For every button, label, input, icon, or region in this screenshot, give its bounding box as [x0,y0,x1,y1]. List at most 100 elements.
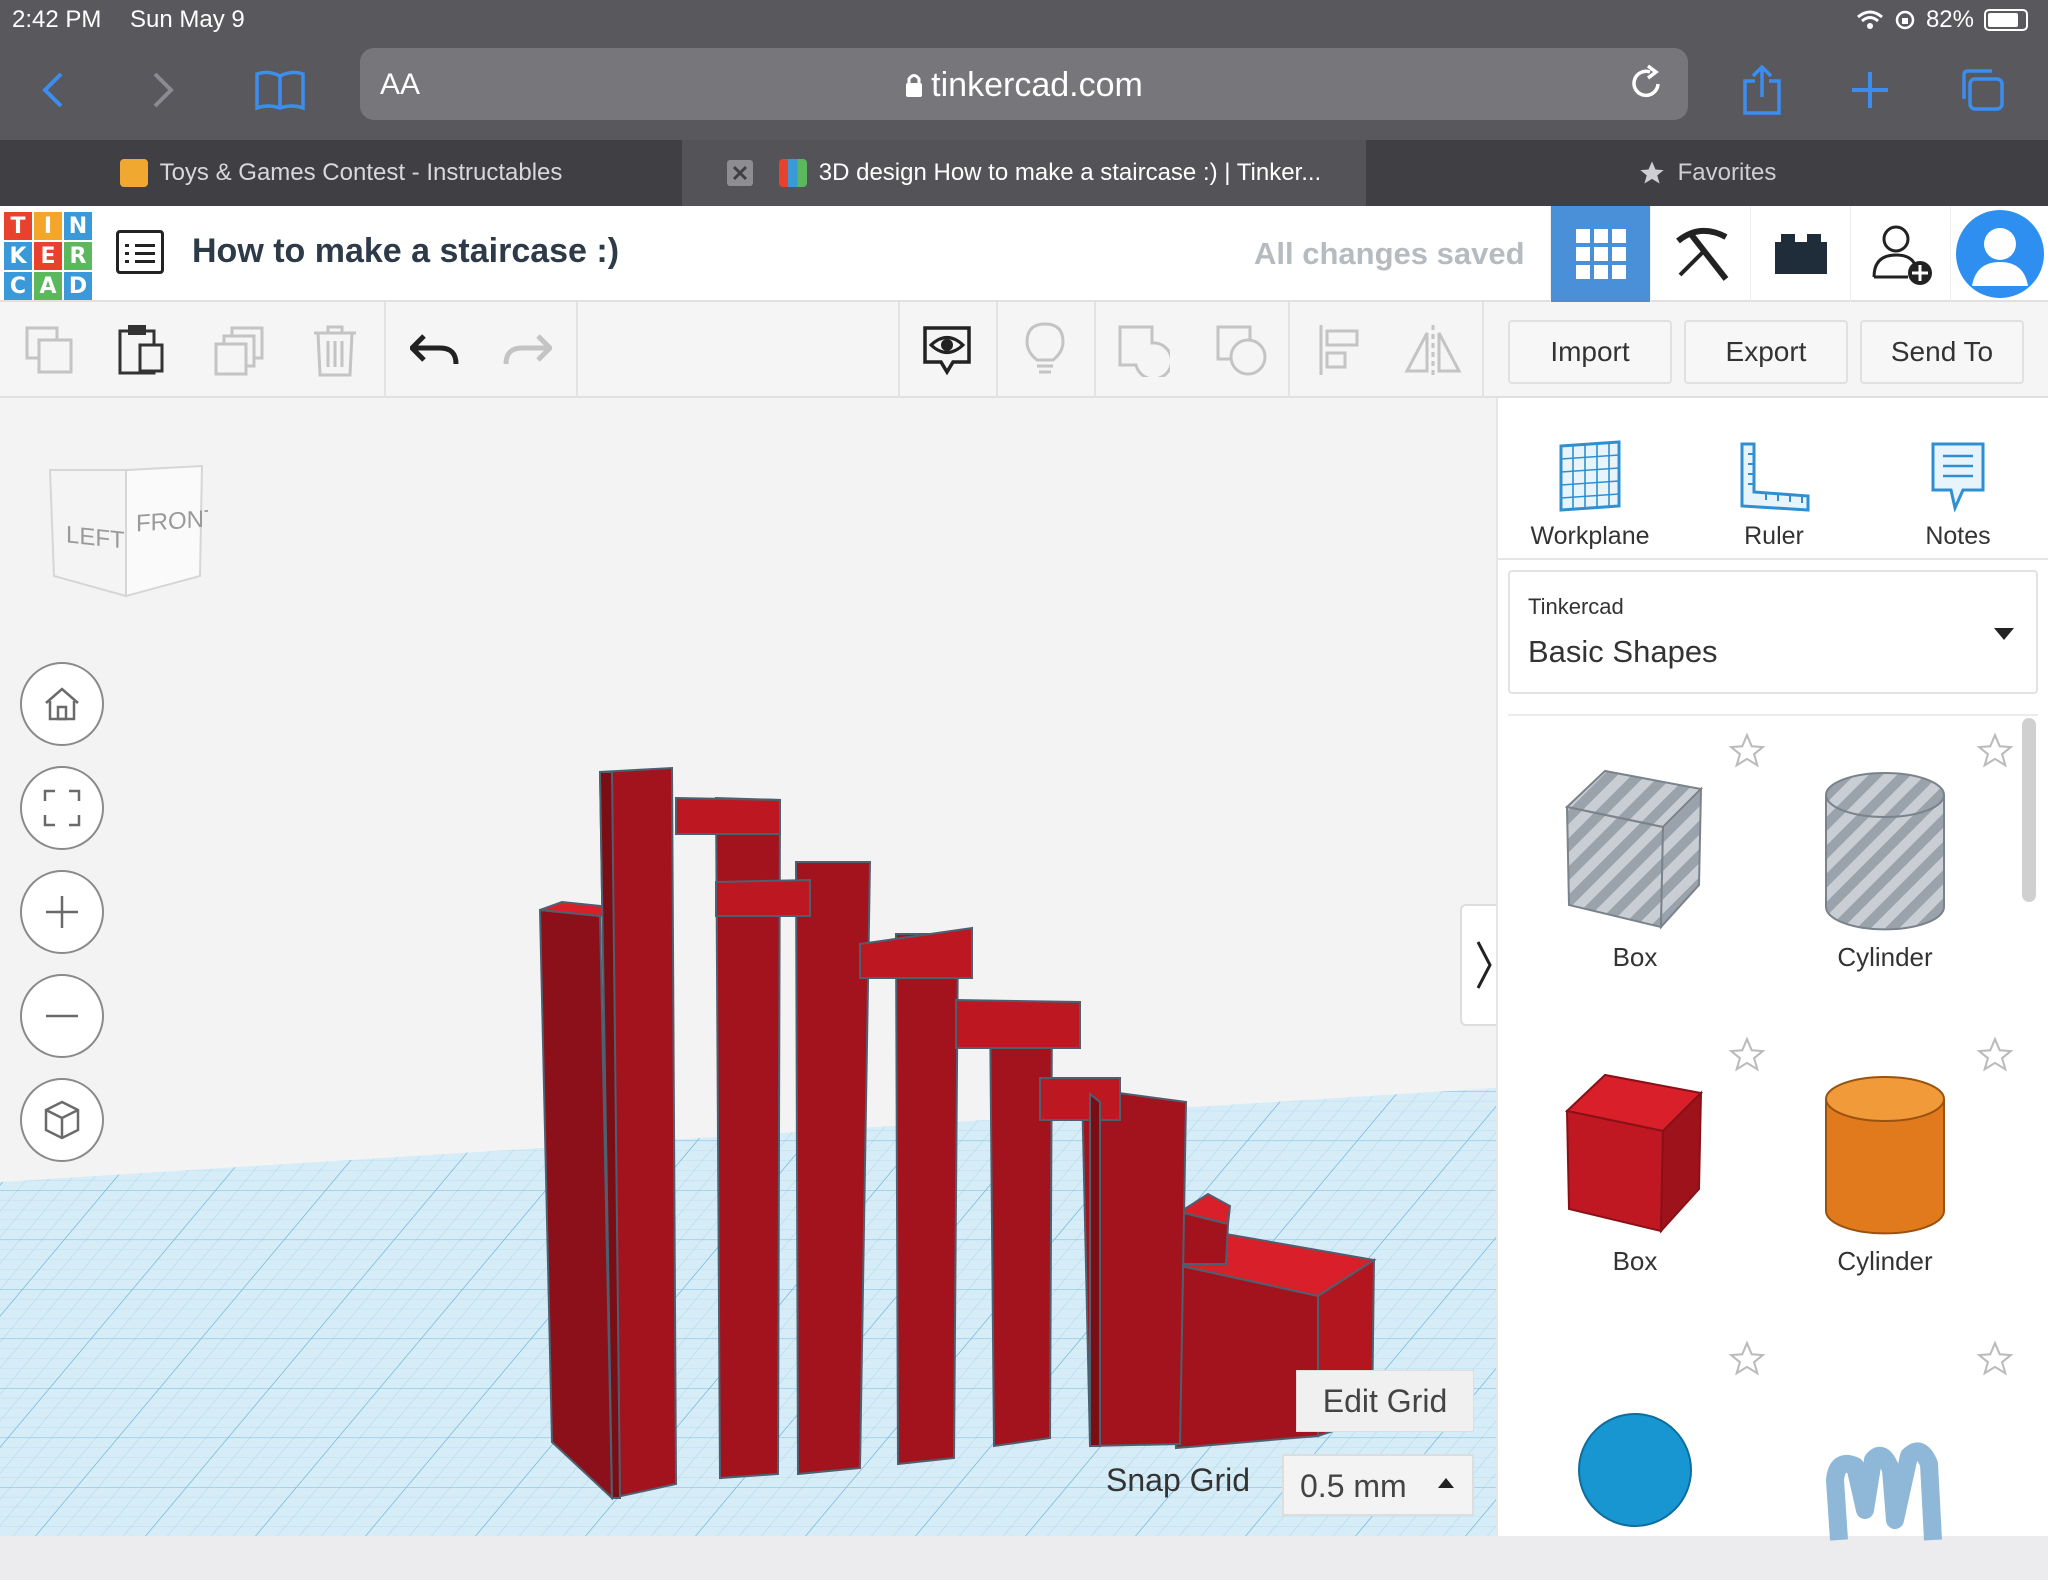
group-button[interactable] [1108,316,1178,384]
shape-cylinder-hole[interactable]: Cylinder [1760,732,2014,973]
ruler-label: Ruler [1744,522,1804,550]
paste-button[interactable] [106,316,176,384]
3d-scene[interactable] [0,398,1496,1536]
tab-title: 3D design How to make a staircase :) | T… [818,159,1322,186]
column-5 [988,1005,1054,1448]
shape-cylinder[interactable]: Cylinder [1760,1036,2014,1277]
edit-toolbar: Import Export Send To [0,302,2048,398]
save-status: All changes saved [1254,236,1525,271]
box-hole-front [1565,805,1665,929]
column-5-top [955,998,1081,1049]
logo-letter: E [34,242,62,270]
share-button[interactable] [1732,60,1792,120]
export-button[interactable]: Export [1684,320,1848,384]
favorite-star-icon[interactable] [1976,732,2014,770]
back-button[interactable] [24,60,84,120]
home-view-button[interactable] [20,662,104,746]
shape-box[interactable]: Box [1510,1036,1766,1277]
column-4 [894,933,960,1466]
close-tab-icon[interactable] [726,160,753,186]
minus-icon [46,1014,78,1018]
bookmarks-button[interactable] [250,60,310,120]
column-4-top [859,926,973,979]
new-tab-button[interactable] [1840,60,1900,120]
column-6-side [1089,1091,1101,1447]
delete-button[interactable] [300,316,370,384]
fit-screen-icon [43,789,81,827]
bricks-button[interactable] [1750,206,1850,302]
tinkercad-logo[interactable]: TIN KER CAD [4,212,92,300]
eye-speech-icon [923,326,971,376]
perspective-button[interactable] [20,1078,104,1162]
plus-icon [1852,72,1888,108]
battery-level [1988,13,2018,27]
tab-instructables[interactable]: Toys & Games Contest - Instructables [0,140,682,206]
invite-user-button[interactable] [1850,206,1950,302]
safari-toolbar: AA tinkercad.com [0,40,2048,140]
shape-label: Box [1612,942,1658,972]
tab-favorites[interactable]: Favorites [1366,140,2048,206]
favorite-star-icon[interactable] [1976,1036,2014,1074]
align-button[interactable] [1304,316,1374,384]
tab-tinkercad[interactable]: 3D design How to make a staircase :) | T… [682,140,1366,206]
address-bar[interactable]: AA tinkercad.com [360,48,1688,120]
zoom-out-button[interactable] [20,974,104,1058]
column-3 [794,861,872,1476]
show-all-button[interactable] [912,316,982,384]
mirror-button[interactable] [1398,316,1468,384]
shape-scribble[interactable] [1760,1340,2014,1580]
logo-letter: T [4,212,32,240]
send-to-button[interactable]: Send To [1860,320,2024,384]
chevron-left-icon [42,72,63,108]
workplane-tool[interactable]: Workplane [1498,422,1682,551]
design-title[interactable]: How to make a staircase :) [192,232,619,271]
url-host: tinkercad.com [931,66,1143,104]
redo-button[interactable] [492,316,562,384]
profile-button[interactable] [1950,206,2048,302]
tinkercad-favicon [778,159,807,187]
copy-button[interactable] [14,316,84,384]
favorite-star-icon[interactable] [1976,1340,2014,1378]
snap-grid-select[interactable]: 0.5 mm [1282,1454,1474,1516]
hints-button[interactable] [1010,316,1080,384]
collapse-panel-button[interactable] [1460,904,1496,1026]
mirror-icon [1404,325,1462,375]
zoom-in-button[interactable] [20,870,104,954]
reload-icon[interactable] [1628,64,1664,102]
shape-label: Cylinder [1837,942,1933,972]
tabs-overview-button[interactable] [1952,60,2012,120]
column-2-top [675,796,781,835]
column-6-top [1039,1077,1121,1121]
toolbar-separator [1482,302,1484,398]
undo-button[interactable] [400,316,470,384]
ruler-tool[interactable]: Ruler [1682,422,1866,551]
instructables-favicon [119,159,148,187]
home-icon [45,687,79,721]
pickaxe-icon [1675,228,1728,281]
ungroup-button[interactable] [1206,316,1276,384]
notes-label: Notes [1925,522,1991,550]
grid-view-icon [1575,229,1626,279]
blocks-button[interactable] [1650,206,1750,302]
lock-icon [906,74,923,97]
star-icon [1639,161,1664,184]
edit-grid-button[interactable]: Edit Grid [1296,1370,1474,1432]
forward-button[interactable] [132,60,192,120]
shape-sphere[interactable] [1510,1340,1766,1560]
snap-grid-label: Snap Grid [1106,1462,1251,1498]
fit-view-button[interactable] [20,766,104,850]
wall-left-front [538,908,614,1501]
design-list-button[interactable] [116,230,164,274]
trash-icon [314,325,356,377]
duplicate-button[interactable] [204,316,274,384]
shape-box-hole[interactable]: Box [1510,732,1766,973]
panel-divider [1508,714,2038,716]
lightbulb-icon [1025,322,1065,374]
shape-category-select[interactable]: Tinkercad Basic Shapes [1508,570,2038,694]
workplane-canvas[interactable]: LEFT FRONT Edit Grid Snap Grid 0.5 mm [0,398,1496,1536]
notes-tool[interactable]: Notes [1866,422,2048,551]
import-button[interactable]: Import [1508,320,1672,384]
view-cube[interactable]: LEFT FRONT [44,464,208,614]
3d-view-button[interactable] [1550,206,1650,302]
panel-scrollbar[interactable] [2022,718,2036,902]
